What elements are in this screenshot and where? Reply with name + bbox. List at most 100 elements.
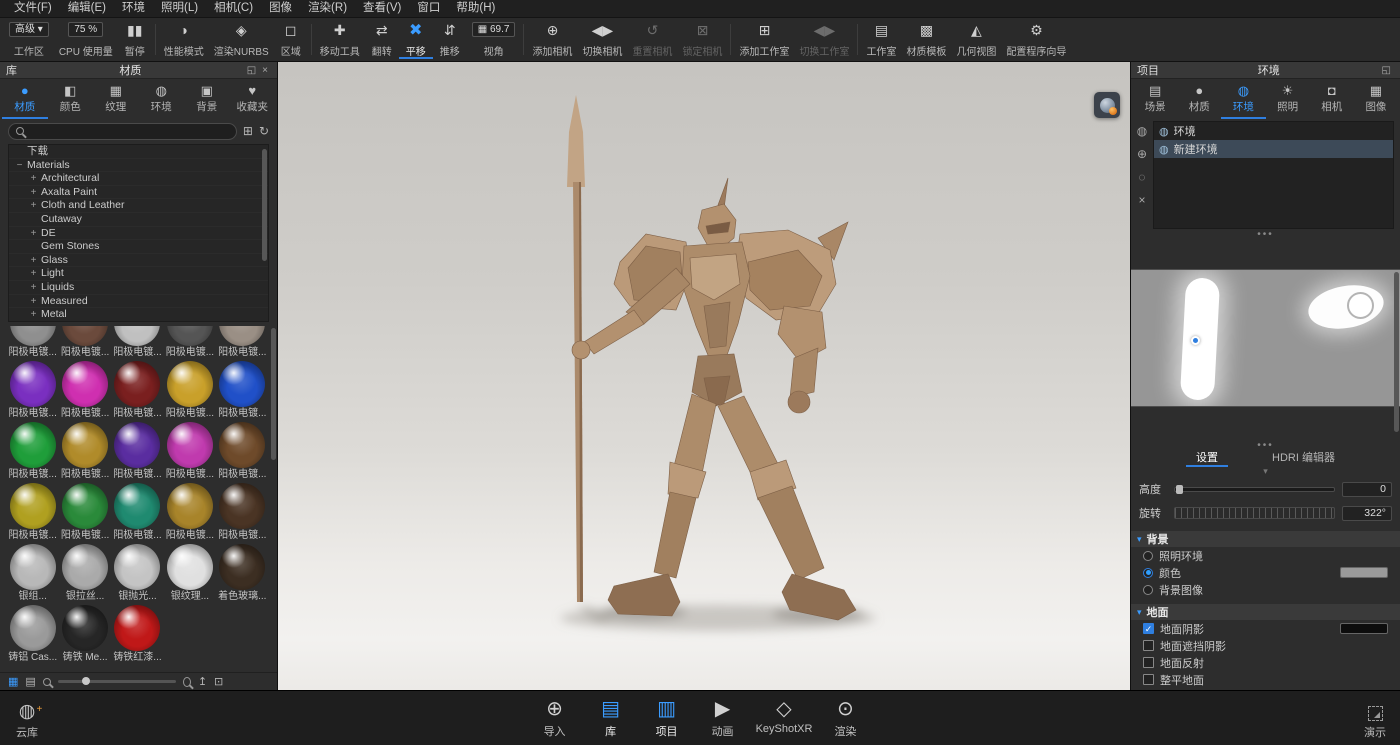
material-item[interactable]: 阳极电镀...: [8, 326, 57, 359]
tree-item[interactable]: + DE: [9, 227, 268, 241]
radio-button[interactable]: [1143, 568, 1153, 578]
material-item[interactable]: 阳极电镀...: [165, 483, 214, 542]
toolbar-button-field[interactable]: 75 %: [68, 22, 103, 37]
presentation-button[interactable]: 演示: [1364, 706, 1386, 740]
library-tab[interactable]: ♥ 收藏夹: [230, 82, 276, 119]
tree-item[interactable]: + Light: [9, 267, 268, 281]
toolbar-button[interactable]: ▮▮ 暂停: [118, 20, 152, 59]
slider-knob[interactable]: [82, 677, 90, 685]
checkbox[interactable]: ✓: [1143, 674, 1154, 685]
environment-tool-icon[interactable]: ×: [1138, 193, 1145, 207]
bottom-toolbar-button[interactable]: ⊙ 渲染: [822, 697, 868, 739]
add-folder-icon[interactable]: ⊞: [243, 124, 253, 138]
library-tab[interactable]: ▦ 纹理: [93, 82, 139, 119]
menu-item[interactable]: 图像: [261, 0, 300, 17]
material-item[interactable]: 阳极电镀...: [113, 326, 162, 359]
material-item[interactable]: 阳极电镀...: [218, 326, 267, 359]
toolbar-button[interactable]: [155, 24, 156, 55]
toolbar-button[interactable]: [730, 24, 731, 55]
project-tab[interactable]: ◍ 环境: [1221, 82, 1265, 119]
tree-item[interactable]: + Axalta Paint: [9, 186, 268, 200]
height-slider[interactable]: [1174, 487, 1335, 492]
menu-item[interactable]: 环境: [114, 0, 153, 17]
tree-expander-icon[interactable]: +: [29, 186, 38, 199]
project-tab[interactable]: ▤ 场景: [1133, 82, 1177, 119]
radio-button[interactable]: [1143, 585, 1153, 595]
bottom-toolbar-button[interactable]: ▥ 项目: [644, 697, 690, 739]
search-box[interactable]: [8, 123, 237, 140]
tree-item[interactable]: + Measured: [9, 295, 268, 309]
project-tab[interactable]: ▦ 图像: [1354, 82, 1398, 119]
float-panel-icon[interactable]: ◱: [1379, 65, 1394, 76]
toolbar-button[interactable]: ⊕ 添加相机: [527, 20, 577, 59]
height-value[interactable]: 0: [1342, 482, 1392, 497]
color-swatch[interactable]: [1340, 623, 1388, 634]
material-item[interactable]: 阳极电镀...: [60, 483, 109, 542]
material-item[interactable]: 阳极电镀...: [113, 422, 162, 481]
material-item[interactable]: 阳极电镀...: [165, 326, 214, 359]
rotation-slider[interactable]: [1174, 507, 1335, 519]
material-item[interactable]: 铸铝 Cas...: [8, 605, 57, 664]
radio-button[interactable]: [1143, 551, 1153, 561]
environment-tool-icon[interactable]: ◍: [1137, 124, 1147, 138]
material-item[interactable]: 阳极电镀...: [8, 483, 57, 542]
material-item[interactable]: 阳极电镀...: [165, 361, 214, 420]
toolbar-button[interactable]: ◻ 区域: [274, 20, 308, 59]
height-slider-knob[interactable]: [1176, 485, 1183, 494]
toolbar-button[interactable]: [857, 24, 858, 55]
library-tab[interactable]: ● 材质: [2, 82, 48, 119]
list-view-icon[interactable]: ▤: [25, 674, 35, 690]
background-section-header[interactable]: ▾ 背景: [1131, 531, 1400, 547]
material-item[interactable]: 银抛光...: [113, 544, 162, 603]
environment-tool-icon[interactable]: ◌: [1138, 170, 1145, 184]
search-input[interactable]: [29, 125, 229, 137]
toolbar-button[interactable]: [523, 24, 524, 55]
viewport-canvas[interactable]: [278, 62, 1130, 690]
toolbar-button[interactable]: ▩ 材质模板: [901, 20, 951, 59]
environment-tool-icon[interactable]: ⊕: [1137, 147, 1147, 161]
refresh-icon[interactable]: ↻: [259, 124, 269, 138]
tree-expander-icon[interactable]: +: [29, 308, 38, 321]
material-item[interactable]: 阳极电镀...: [60, 326, 109, 359]
tree-expander-icon[interactable]: +: [29, 227, 38, 240]
ground-section-header[interactable]: ▾ 地面: [1131, 604, 1400, 620]
bottom-toolbar-button[interactable]: ▤ 库: [588, 697, 634, 739]
material-item[interactable]: 阳极电镀...: [60, 422, 109, 481]
close-panel-icon[interactable]: ×: [259, 65, 271, 76]
toolbar-button[interactable]: ⇵ 推移: [433, 20, 467, 59]
toolbar-button[interactable]: ✚ 移动工具: [315, 20, 365, 59]
toolbar-button[interactable]: 高级 ▾ 工作区: [4, 20, 54, 59]
material-item[interactable]: 着色玻璃...: [218, 544, 267, 603]
environment-list-item[interactable]: ◍ 新建环境: [1154, 140, 1393, 158]
folder-icon[interactable]: ⊡: [214, 674, 223, 690]
upload-icon[interactable]: ↥: [198, 674, 207, 690]
material-item[interactable]: 银组...: [8, 544, 57, 603]
tree-expander-icon[interactable]: +: [29, 281, 38, 294]
project-scrollbar[interactable]: [1394, 272, 1399, 432]
color-swatch[interactable]: [1340, 567, 1388, 578]
tree-expander-icon[interactable]: [29, 213, 38, 226]
tree-expander-icon[interactable]: −: [15, 159, 24, 172]
tree-expander-icon[interactable]: [15, 145, 24, 158]
material-item[interactable]: 阳极电镀...: [60, 361, 109, 420]
tree-item[interactable]: + Glass: [9, 254, 268, 268]
tree-scrollbar[interactable]: [262, 149, 267, 261]
material-item[interactable]: 铸铁红漆...: [113, 605, 162, 664]
material-item[interactable]: 银纹理...: [165, 544, 214, 603]
environment-list-item[interactable]: ◍ 环境: [1154, 122, 1393, 140]
tree-item[interactable]: + Architectural: [9, 172, 268, 186]
rotation-value[interactable]: 322°: [1342, 506, 1392, 521]
material-item[interactable]: 铸铁 Me...: [60, 605, 109, 664]
material-item[interactable]: 阳极电镀...: [113, 361, 162, 420]
bottom-toolbar-button[interactable]: ⊕ 导入: [532, 697, 578, 739]
tree-expander-icon[interactable]: +: [29, 254, 38, 267]
collapse-arrow-icon[interactable]: ▾: [1131, 467, 1400, 477]
toolbar-button[interactable]: ◑ 性能模式: [159, 20, 209, 59]
bottom-toolbar-button[interactable]: ▶ 动画: [700, 697, 746, 739]
hdri-preview[interactable]: [1131, 269, 1400, 407]
material-item[interactable]: 阳极电镀...: [218, 361, 267, 420]
material-item[interactable]: 阳极电镀...: [113, 483, 162, 542]
toolbar-button[interactable]: ▦ 69.7 视角: [467, 20, 521, 59]
library-tab[interactable]: ◍ 环境: [139, 82, 185, 119]
toolbar-button[interactable]: ⊞ 添加工作室: [734, 20, 794, 59]
